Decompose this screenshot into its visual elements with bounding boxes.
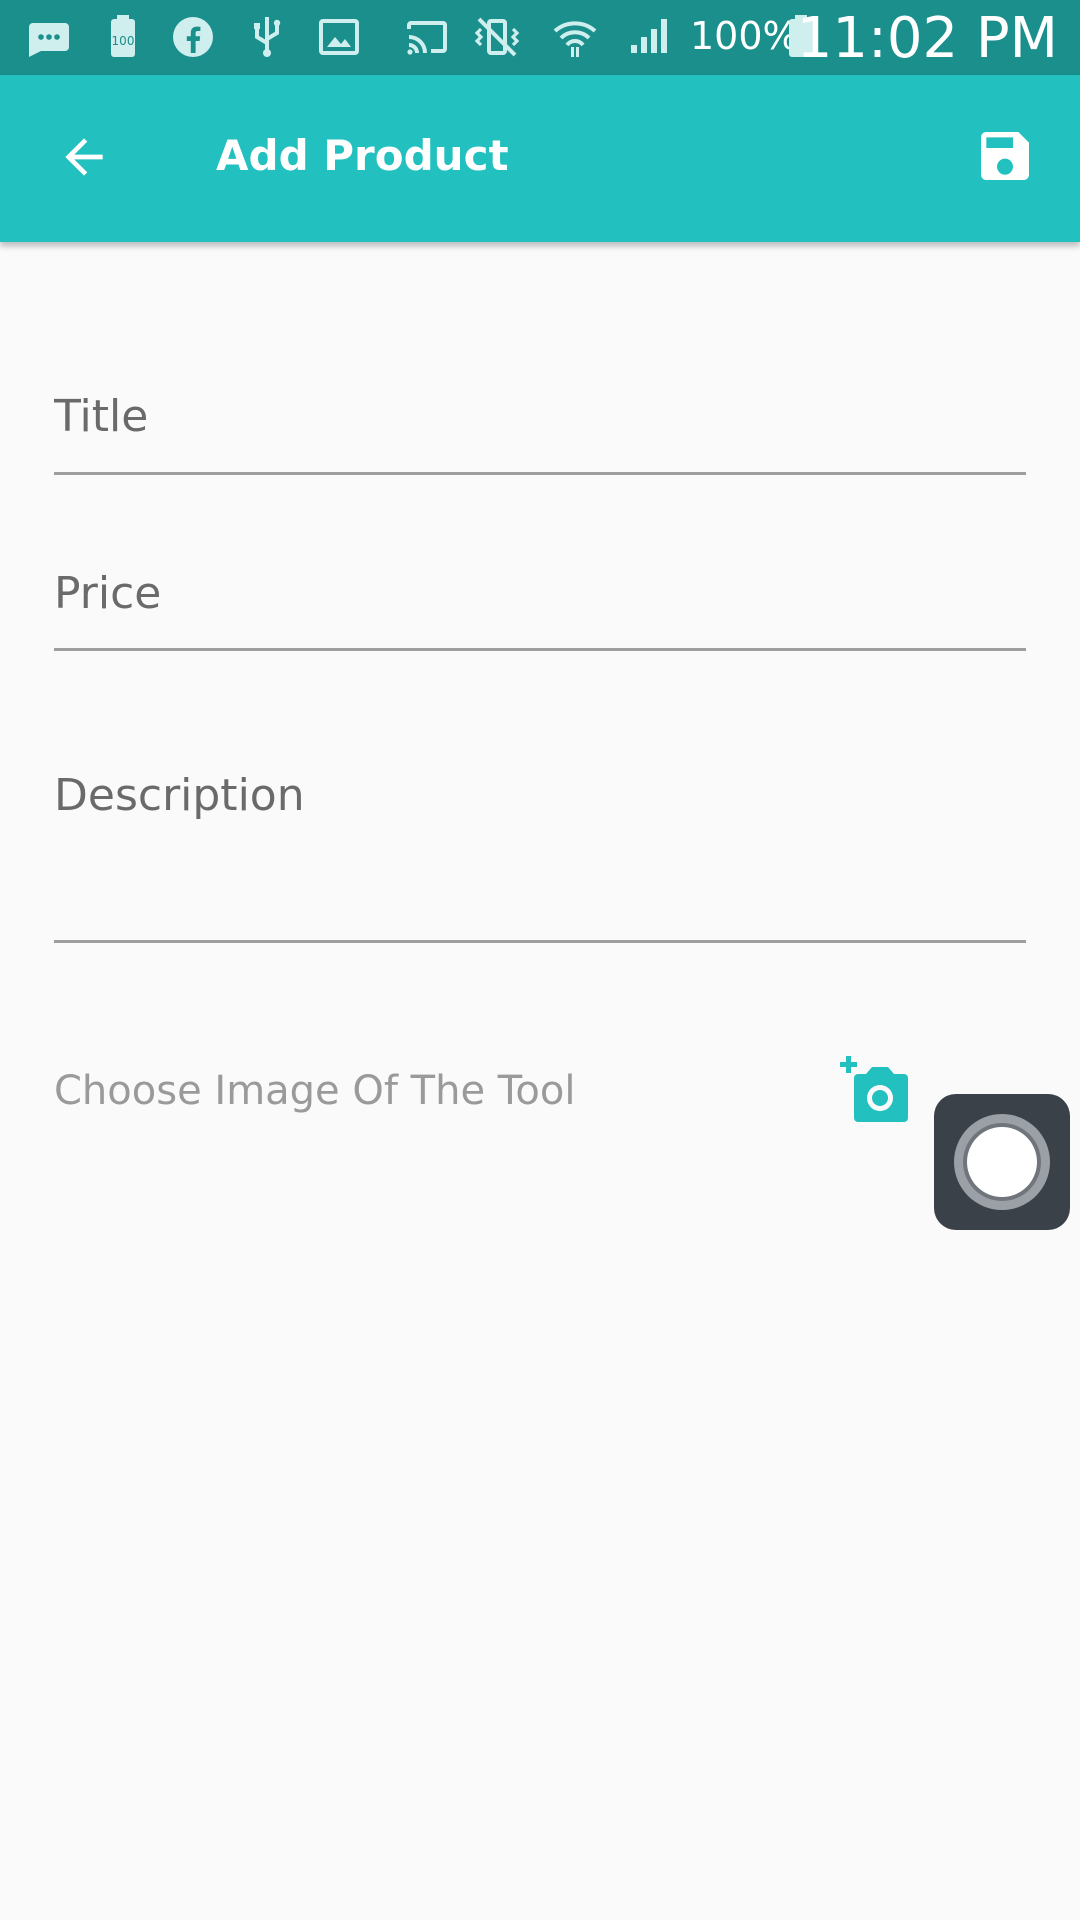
add-a-photo-icon — [834, 1056, 914, 1132]
image-icon — [312, 10, 366, 64]
status-bar: 100 100% 11:02 PM — [0, 0, 1080, 75]
signal-icon — [622, 10, 676, 64]
price-input[interactable] — [54, 518, 1026, 648]
cast-icon — [400, 10, 454, 64]
description-field — [54, 740, 1026, 943]
save-icon — [973, 124, 1037, 193]
assistive-touch-button[interactable] — [934, 1094, 1070, 1230]
price-field — [54, 518, 1026, 651]
arrow-back-icon — [56, 129, 112, 190]
assistive-touch-icon — [954, 1114, 1050, 1210]
app-bar: Add Product — [0, 75, 1080, 242]
battery-saver-icon: 100 — [96, 10, 150, 64]
vibrate-mute-icon — [470, 10, 524, 64]
back-button[interactable] — [44, 119, 124, 199]
choose-image-label: Choose Image Of The Tool — [54, 1068, 576, 1114]
wifi-icon — [548, 10, 602, 64]
save-button[interactable] — [964, 117, 1046, 199]
description-input[interactable] — [54, 740, 1026, 940]
status-time: 11:02 PM — [796, 6, 1058, 71]
title-field — [54, 340, 1026, 475]
title-input[interactable] — [54, 340, 1026, 472]
usb-icon — [240, 10, 294, 64]
facebook-icon — [166, 10, 220, 64]
add-photo-button[interactable] — [834, 1056, 914, 1128]
page-title: Add Product — [216, 131, 509, 180]
svg-text:100: 100 — [112, 34, 135, 48]
message-icon — [22, 10, 76, 64]
